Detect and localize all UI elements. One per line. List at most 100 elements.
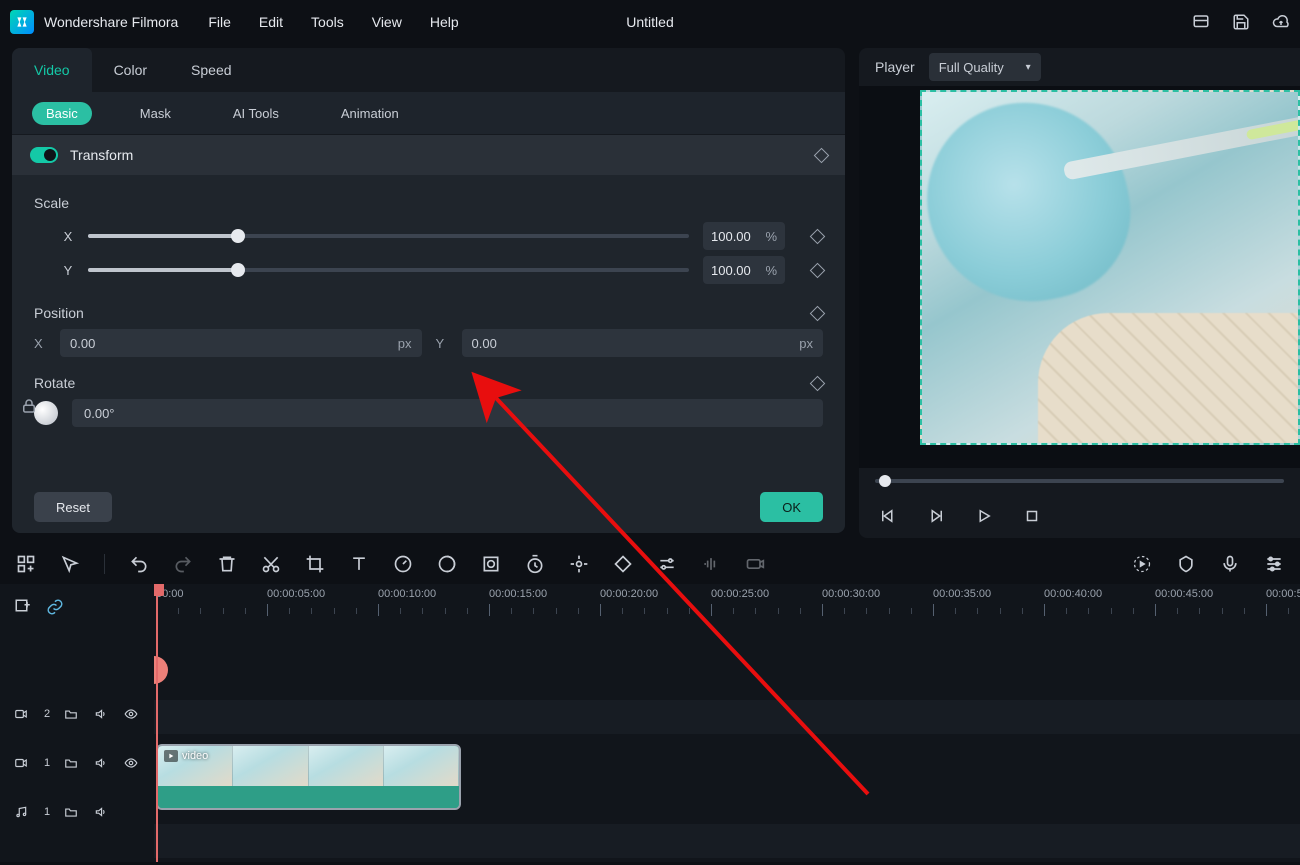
text-icon[interactable] bbox=[349, 554, 369, 574]
tab-color[interactable]: Color bbox=[92, 48, 169, 92]
voiceover-icon[interactable] bbox=[1220, 554, 1240, 574]
layout-icon[interactable] bbox=[1192, 13, 1210, 31]
subtab-ai-tools[interactable]: AI Tools bbox=[219, 102, 293, 125]
pos-y-field[interactable]: 0.00 px bbox=[462, 329, 824, 357]
render-icon[interactable] bbox=[745, 554, 765, 574]
ruler-label: 00:00:25:00 bbox=[711, 588, 769, 600]
menu-help[interactable]: Help bbox=[430, 14, 459, 30]
menu-tools[interactable]: Tools bbox=[311, 14, 344, 30]
folder-icon[interactable] bbox=[64, 805, 80, 819]
pos-x-field[interactable]: 0.00 px bbox=[60, 329, 422, 357]
tab-video[interactable]: Video bbox=[12, 48, 92, 92]
undo-icon[interactable] bbox=[129, 554, 149, 574]
subtab-animation[interactable]: Animation bbox=[327, 102, 413, 125]
transform-section-header[interactable]: Transform bbox=[12, 135, 845, 175]
visibility-icon[interactable] bbox=[124, 707, 140, 721]
keyframe-icon[interactable] bbox=[810, 228, 826, 244]
mute-icon[interactable] bbox=[94, 707, 110, 721]
scale-label: Scale bbox=[34, 195, 823, 211]
greenscreen-icon[interactable] bbox=[481, 554, 501, 574]
pos-x-label: X bbox=[34, 336, 46, 351]
top-bar: Wondershare Filmora File Edit Tools View… bbox=[0, 0, 1300, 44]
prev-frame-icon[interactable] bbox=[879, 507, 897, 525]
scale-y-value[interactable]: 100.00 % bbox=[703, 256, 785, 284]
cursor-icon[interactable] bbox=[60, 554, 80, 574]
cloud-upload-icon[interactable] bbox=[1272, 13, 1290, 31]
link-icon[interactable] bbox=[46, 598, 64, 616]
subtab-basic[interactable]: Basic bbox=[32, 102, 92, 125]
visibility-icon[interactable] bbox=[124, 756, 140, 770]
scale-x-value[interactable]: 100.00 % bbox=[703, 222, 785, 250]
scale-y-axis-label: Y bbox=[62, 263, 74, 278]
track-header-video-1[interactable]: 1 bbox=[0, 736, 154, 790]
ruler-label: 00:00:20:00 bbox=[600, 588, 658, 600]
render-preview-icon[interactable] bbox=[1132, 554, 1152, 574]
duration-icon[interactable] bbox=[525, 554, 545, 574]
properties-panel: Video Color Speed Basic Mask AI Tools An… bbox=[12, 48, 845, 533]
quality-dropdown[interactable]: Full Quality ▾ bbox=[929, 53, 1041, 81]
save-icon[interactable] bbox=[1232, 13, 1250, 31]
scale-x-slider[interactable] bbox=[88, 234, 689, 238]
selection-frame[interactable] bbox=[920, 90, 1300, 445]
folder-icon[interactable] bbox=[64, 756, 80, 770]
mute-icon[interactable] bbox=[94, 756, 110, 770]
preview-viewport[interactable] bbox=[859, 86, 1300, 468]
cut-icon[interactable] bbox=[261, 554, 281, 574]
scale-y-slider[interactable] bbox=[88, 268, 689, 272]
ok-button[interactable]: OK bbox=[760, 492, 823, 522]
speed-icon[interactable] bbox=[393, 554, 413, 574]
keyframe-icon[interactable] bbox=[810, 305, 826, 321]
track-header-video-2[interactable]: 2 bbox=[0, 692, 154, 736]
play-badge-icon bbox=[164, 750, 178, 762]
ruler-label: 00:00:10:00 bbox=[378, 588, 436, 600]
color-icon[interactable] bbox=[437, 554, 457, 574]
adjust-icon[interactable] bbox=[657, 554, 677, 574]
track-header-audio-1[interactable]: 1 bbox=[0, 790, 154, 834]
marker-icon[interactable] bbox=[1176, 554, 1196, 574]
lock-aspect-icon[interactable] bbox=[20, 397, 38, 415]
timeline: 2 1 1 00:0000:00:05:0000:00:10:0000:00:1… bbox=[0, 584, 1300, 862]
transform-toggle[interactable] bbox=[30, 147, 58, 163]
timeline-track-headers: 2 1 1 bbox=[0, 584, 154, 862]
tracking-icon[interactable] bbox=[569, 554, 589, 574]
menu-bar: File Edit Tools View Help bbox=[208, 14, 458, 30]
ruler-label: 00:00:30:00 bbox=[822, 588, 880, 600]
delete-icon[interactable] bbox=[217, 554, 237, 574]
player-scrubber[interactable] bbox=[875, 479, 1284, 483]
add-track-icon[interactable] bbox=[14, 598, 32, 616]
timeline-ruler[interactable]: 00:0000:00:05:0000:00:10:0000:00:15:0000… bbox=[154, 584, 1300, 618]
ruler-label: 00:00:45:00 bbox=[1155, 588, 1213, 600]
play-step-icon[interactable] bbox=[927, 507, 945, 525]
chevron-down-icon: ▾ bbox=[1026, 62, 1031, 73]
audio-tool-icon[interactable] bbox=[701, 554, 721, 574]
stop-icon[interactable] bbox=[1023, 507, 1041, 525]
keyframe-tool-icon[interactable] bbox=[613, 554, 633, 574]
primary-tabs: Video Color Speed bbox=[12, 48, 845, 92]
mute-icon[interactable] bbox=[94, 805, 110, 819]
mixer-icon[interactable] bbox=[1264, 554, 1284, 574]
redo-icon[interactable] bbox=[173, 554, 193, 574]
clip-name: video bbox=[182, 750, 208, 762]
play-icon[interactable] bbox=[975, 507, 993, 525]
keyframe-icon[interactable] bbox=[814, 147, 830, 163]
tab-speed[interactable]: Speed bbox=[169, 48, 253, 92]
keyframe-icon[interactable] bbox=[810, 375, 826, 391]
crop-icon[interactable] bbox=[305, 554, 325, 574]
ruler-label: 00:00:05:00 bbox=[267, 588, 325, 600]
transform-label: Transform bbox=[70, 147, 133, 163]
folder-icon[interactable] bbox=[64, 707, 80, 721]
video-track-icon bbox=[14, 707, 30, 721]
reset-button[interactable]: Reset bbox=[34, 492, 112, 522]
menu-file[interactable]: File bbox=[208, 14, 231, 30]
timeline-tracks-area[interactable]: 00:0000:00:05:0000:00:10:0000:00:15:0000… bbox=[154, 584, 1300, 862]
menu-view[interactable]: View bbox=[372, 14, 402, 30]
rotate-field[interactable]: 0.00° bbox=[72, 399, 823, 427]
menu-edit[interactable]: Edit bbox=[259, 14, 283, 30]
add-media-icon[interactable] bbox=[16, 554, 36, 574]
app-title: Wondershare Filmora bbox=[44, 14, 178, 30]
subtab-mask[interactable]: Mask bbox=[126, 102, 185, 125]
keyframe-icon[interactable] bbox=[810, 262, 826, 278]
timeline-clip[interactable]: video bbox=[156, 744, 461, 810]
playhead[interactable] bbox=[156, 584, 158, 862]
document-title: Untitled bbox=[626, 14, 673, 30]
